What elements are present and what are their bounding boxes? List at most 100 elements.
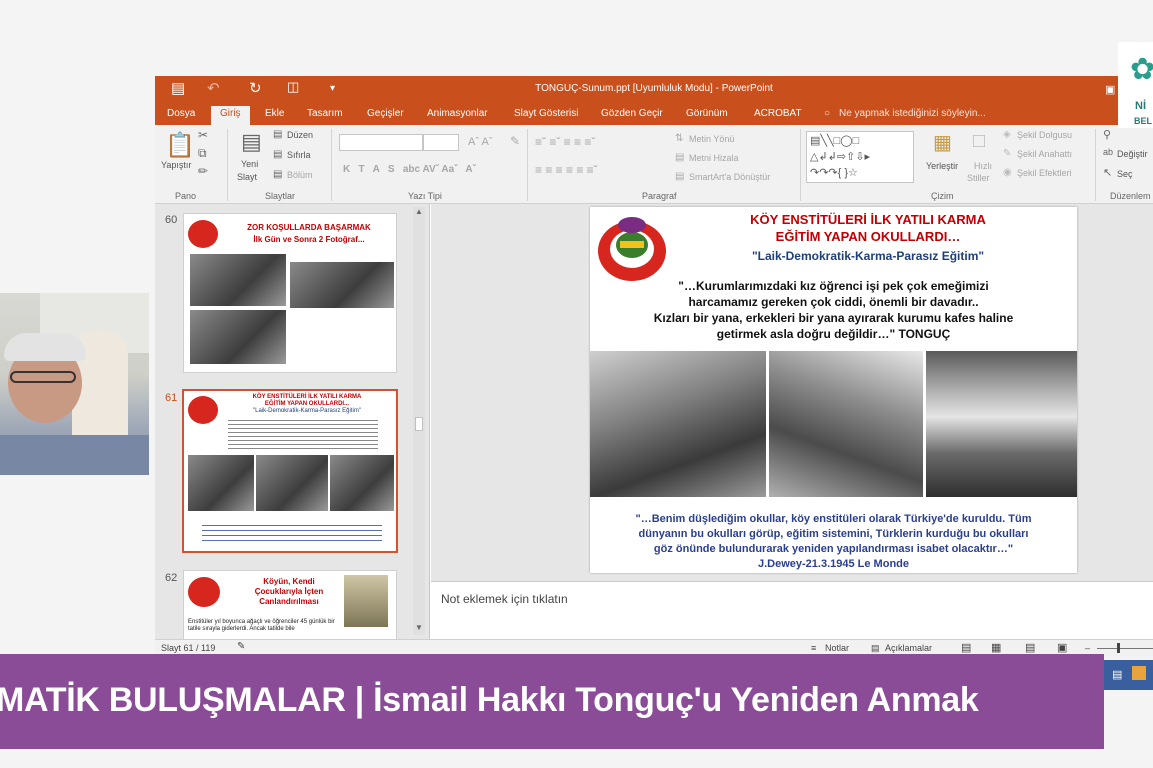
ribbon-display-options-icon[interactable]: ▣ xyxy=(1105,83,1115,96)
new-label[interactable]: Yeni xyxy=(241,159,258,169)
scroll-up-icon[interactable]: ▲ xyxy=(415,207,423,216)
tab-animasyonlar[interactable]: Animasyonlar xyxy=(427,108,488,119)
tab-slayt-gosterisi[interactable]: Slayt Gösterisi xyxy=(514,108,578,119)
notes-button[interactable]: Notlar xyxy=(825,643,849,653)
replace-icon[interactable]: ab xyxy=(1103,147,1113,157)
notes-placeholder[interactable]: Not eklemek için tıklatın xyxy=(441,592,568,606)
select-icon[interactable]: ↖ xyxy=(1103,166,1112,179)
thumb-title-line: Çocuklarıyla İçten xyxy=(254,587,324,596)
format-painter-icon[interactable]: ✏ xyxy=(198,164,208,178)
dewey-quote-line: "…Benim düşlediğim okullar, köy enstitül… xyxy=(635,513,1032,525)
thumbnail-slide-62[interactable]: Köyün, Kendi Çocuklarıyla İçten Canlandı… xyxy=(183,570,397,640)
tab-tasarim[interactable]: Tasarım xyxy=(307,108,343,119)
replace-button[interactable]: Değiştir xyxy=(1117,149,1148,159)
taskbar-app-icon[interactable]: ▤ xyxy=(1112,668,1122,681)
smartart-button[interactable]: SmartArt'a Dönüştür xyxy=(689,172,770,182)
cut-icon[interactable]: ✂ xyxy=(198,128,208,142)
shapes-row-2-icon[interactable]: △↲↲⇨⇧⇩▸ xyxy=(810,150,870,163)
font-name-box[interactable] xyxy=(339,134,423,151)
spellcheck-icon[interactable]: ✎ xyxy=(237,641,245,652)
zoom-slider-thumb[interactable] xyxy=(1117,643,1120,653)
tab-ekle[interactable]: Ekle xyxy=(265,108,284,119)
paste-label[interactable]: Yapıştır xyxy=(161,160,191,170)
thumbnails-scrollbar[interactable]: ▲ ▼ xyxy=(413,207,425,635)
taskbar-app-icon[interactable] xyxy=(1132,666,1146,680)
shape-fill-icon[interactable]: ◈ xyxy=(1003,129,1011,140)
thumb-photo xyxy=(188,455,254,511)
copy-icon[interactable]: ⧉ xyxy=(198,146,207,161)
thumbnail-slide-60[interactable]: ZOR KOŞULLARDA BAŞARMAK İlk Gün ve Sonra… xyxy=(183,213,397,373)
dewey-quote-line: dünyanın bu okulları görüp, eğitim siste… xyxy=(638,528,1029,540)
bullets-icon[interactable]: ≡ˇ ≡ˇ ≡ ≡ ≡ˇ xyxy=(535,135,595,149)
tab-dosya[interactable]: Dosya xyxy=(167,108,195,119)
shape-outline-button[interactable]: Şekil Anahattı xyxy=(1017,149,1072,159)
slide-label[interactable]: Slayt xyxy=(237,172,257,182)
clear-format-icon[interactable]: ✎ xyxy=(510,134,520,148)
tab-gorunum[interactable]: Görünüm xyxy=(686,108,728,119)
grow-font-icon[interactable]: Aˆ Aˇ xyxy=(468,136,492,148)
arrange-icon[interactable]: ▦ xyxy=(933,130,952,155)
tab-giris[interactable]: Giriş xyxy=(211,106,250,125)
slideshow-icon[interactable]: ▣ xyxy=(1057,641,1067,654)
tab-acrobat[interactable]: ACROBAT xyxy=(754,108,802,119)
font-style-icons[interactable]: K T A S abc AVˇ Aaˇ Aˇ xyxy=(343,164,476,175)
group-label-slaytlar: Slaytlar xyxy=(265,191,296,201)
slide-title-line2: EĞİTİM YAPAN OKULLARDI… xyxy=(775,229,961,244)
section-icon[interactable]: ▤ xyxy=(273,169,282,180)
scrollbar-thumb[interactable] xyxy=(415,417,423,431)
notes-pane[interactable]: Not eklemek için tıklatın xyxy=(431,581,1153,639)
shape-effects-icon[interactable]: ◉ xyxy=(1003,167,1012,178)
group-label-yazi-tipi: Yazı Tipi xyxy=(408,191,442,201)
notes-icon[interactable]: ≡ xyxy=(811,643,816,653)
arrange-button[interactable]: Yerleştir xyxy=(926,161,958,171)
styles-label[interactable]: Stiller xyxy=(967,173,990,183)
quick-styles-icon[interactable]: □ xyxy=(973,130,985,153)
reset-icon[interactable]: ▤ xyxy=(273,149,282,160)
align-icons[interactable]: ≡ ≡ ≡ ≡ ≡ ≡ˇ xyxy=(535,163,598,177)
speaker-webcam xyxy=(0,293,149,475)
reading-view-icon[interactable]: ▤ xyxy=(1025,641,1035,654)
zoom-slider[interactable] xyxy=(1097,648,1153,649)
thumb-subtitle: "Laik-Demokratik-Karma-Parasız Eğitim" xyxy=(253,408,361,414)
slide-sorter-icon[interactable]: ▦ xyxy=(991,641,1001,654)
taskbar-fragment: ▤ xyxy=(1104,660,1153,690)
font-size-box[interactable] xyxy=(423,134,459,151)
thumb-number: 60 xyxy=(165,214,178,226)
section-button[interactable]: Bölüm xyxy=(287,170,313,180)
align-text-button[interactable]: Metni Hizala xyxy=(689,153,739,163)
text-direction-button[interactable]: Metin Yönü xyxy=(689,134,734,144)
shape-fill-button[interactable]: Şekil Dolgusu xyxy=(1017,130,1072,140)
zoom-out-icon[interactable]: – xyxy=(1085,643,1090,653)
tell-me-search[interactable]: Ne yapmak istediğinizi söyleyin... xyxy=(839,108,986,119)
comments-icon[interactable]: ▤ xyxy=(871,643,880,654)
quote-line: getirmek asla doğru değildir…" TONGUÇ xyxy=(716,327,951,341)
new-slide-icon[interactable]: ▤ xyxy=(241,129,262,155)
quick-label[interactable]: Hızlı xyxy=(974,161,992,171)
reset-button[interactable]: Sıfırla xyxy=(287,150,311,160)
find-icon[interactable]: ⚲ xyxy=(1103,128,1111,141)
normal-view-icon[interactable]: ▤ xyxy=(961,641,971,654)
tab-gecisler[interactable]: Geçişler xyxy=(367,108,404,119)
shape-outline-icon[interactable]: ✎ xyxy=(1003,148,1011,159)
current-slide[interactable]: KÖY ENSTİTÜLERİ İLK YATILI KARMA EĞİTİM … xyxy=(590,207,1077,573)
tab-gozden-gecir[interactable]: Gözden Geçir xyxy=(601,108,663,119)
align-text-icon[interactable]: ▤ xyxy=(675,152,684,163)
flower-logo-icon: ✿ xyxy=(1130,53,1153,86)
thumb-book-cover xyxy=(344,575,388,627)
layout-button[interactable]: Düzen xyxy=(287,130,313,140)
text-direction-icon[interactable]: ⇅ xyxy=(675,133,683,144)
paste-icon[interactable]: 📋 xyxy=(165,131,195,160)
comments-button[interactable]: Açıklamalar xyxy=(885,643,932,653)
smartart-icon[interactable]: ▤ xyxy=(675,171,684,182)
logo-icon xyxy=(188,220,218,248)
select-button[interactable]: Seç xyxy=(1117,169,1133,179)
glasses-icon xyxy=(10,371,76,383)
thumb-text-lines xyxy=(202,521,382,545)
shapes-row-3-icon[interactable]: ↷↷↷{ }☆ xyxy=(810,166,858,179)
scroll-down-icon[interactable]: ▼ xyxy=(415,623,423,632)
layout-icon[interactable]: ▤ xyxy=(273,129,282,140)
shapes-gallery[interactable]: ▤╲╲□◯□ △↲↲⇨⇧⇩▸ ↷↷↷{ }☆ xyxy=(806,131,914,183)
shapes-row-1-icon[interactable]: ▤╲╲□◯□ xyxy=(810,134,859,147)
shape-effects-button[interactable]: Şekil Efektleri xyxy=(1017,168,1072,178)
thumbnail-slide-61[interactable]: KÖY ENSTİTÜLERİ İLK YATILI KARMA EĞİTİM … xyxy=(182,389,398,553)
